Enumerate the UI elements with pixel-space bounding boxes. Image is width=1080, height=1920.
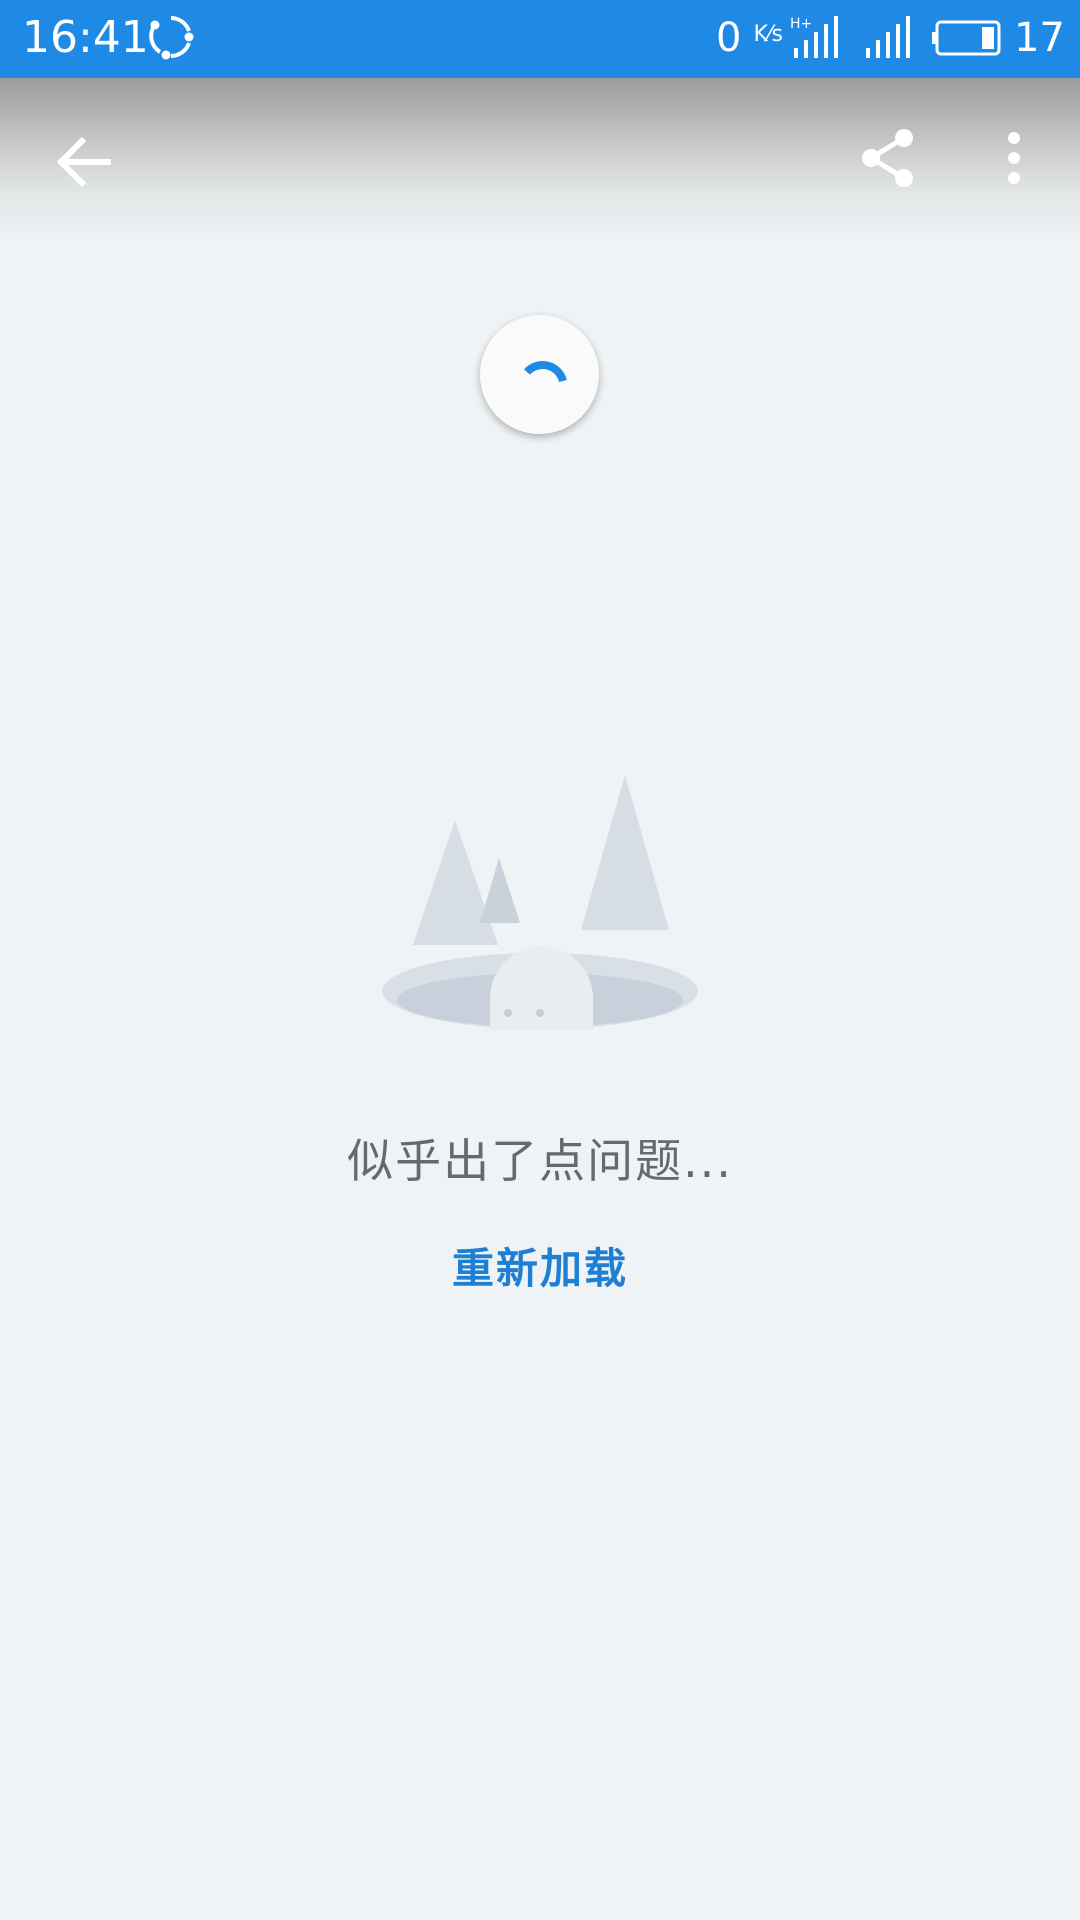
- share-icon[interactable]: [854, 124, 922, 192]
- pine-trees: [413, 775, 669, 945]
- net-speed: 0 K⁄s: [716, 10, 783, 66]
- battery-icon: [932, 20, 1001, 56]
- error-illustration: [382, 775, 698, 1030]
- more-vert-icon[interactable]: [990, 124, 1038, 192]
- net-speed-value: 0: [716, 15, 742, 61]
- battery-level: 17: [1014, 15, 1065, 61]
- back-arrow-icon[interactable]: [50, 128, 118, 196]
- loading-spinner-icon: [524, 361, 567, 383]
- status-bar: 16:41 0 K⁄s H+ 17: [0, 0, 1080, 78]
- refresh-spinner: [480, 315, 599, 434]
- net-speed-unit: K⁄s: [753, 22, 784, 47]
- signal-icon: [866, 16, 910, 58]
- error-message: 似乎出了点问题...: [347, 1134, 733, 1188]
- reload-button[interactable]: 重新加载: [390, 1234, 690, 1304]
- status-time: 16:41: [22, 12, 149, 63]
- signal-icon: H+: [790, 16, 838, 58]
- sync-icon: [149, 16, 194, 60]
- app-bar: [0, 78, 1080, 243]
- network-type-label: H+: [790, 16, 812, 32]
